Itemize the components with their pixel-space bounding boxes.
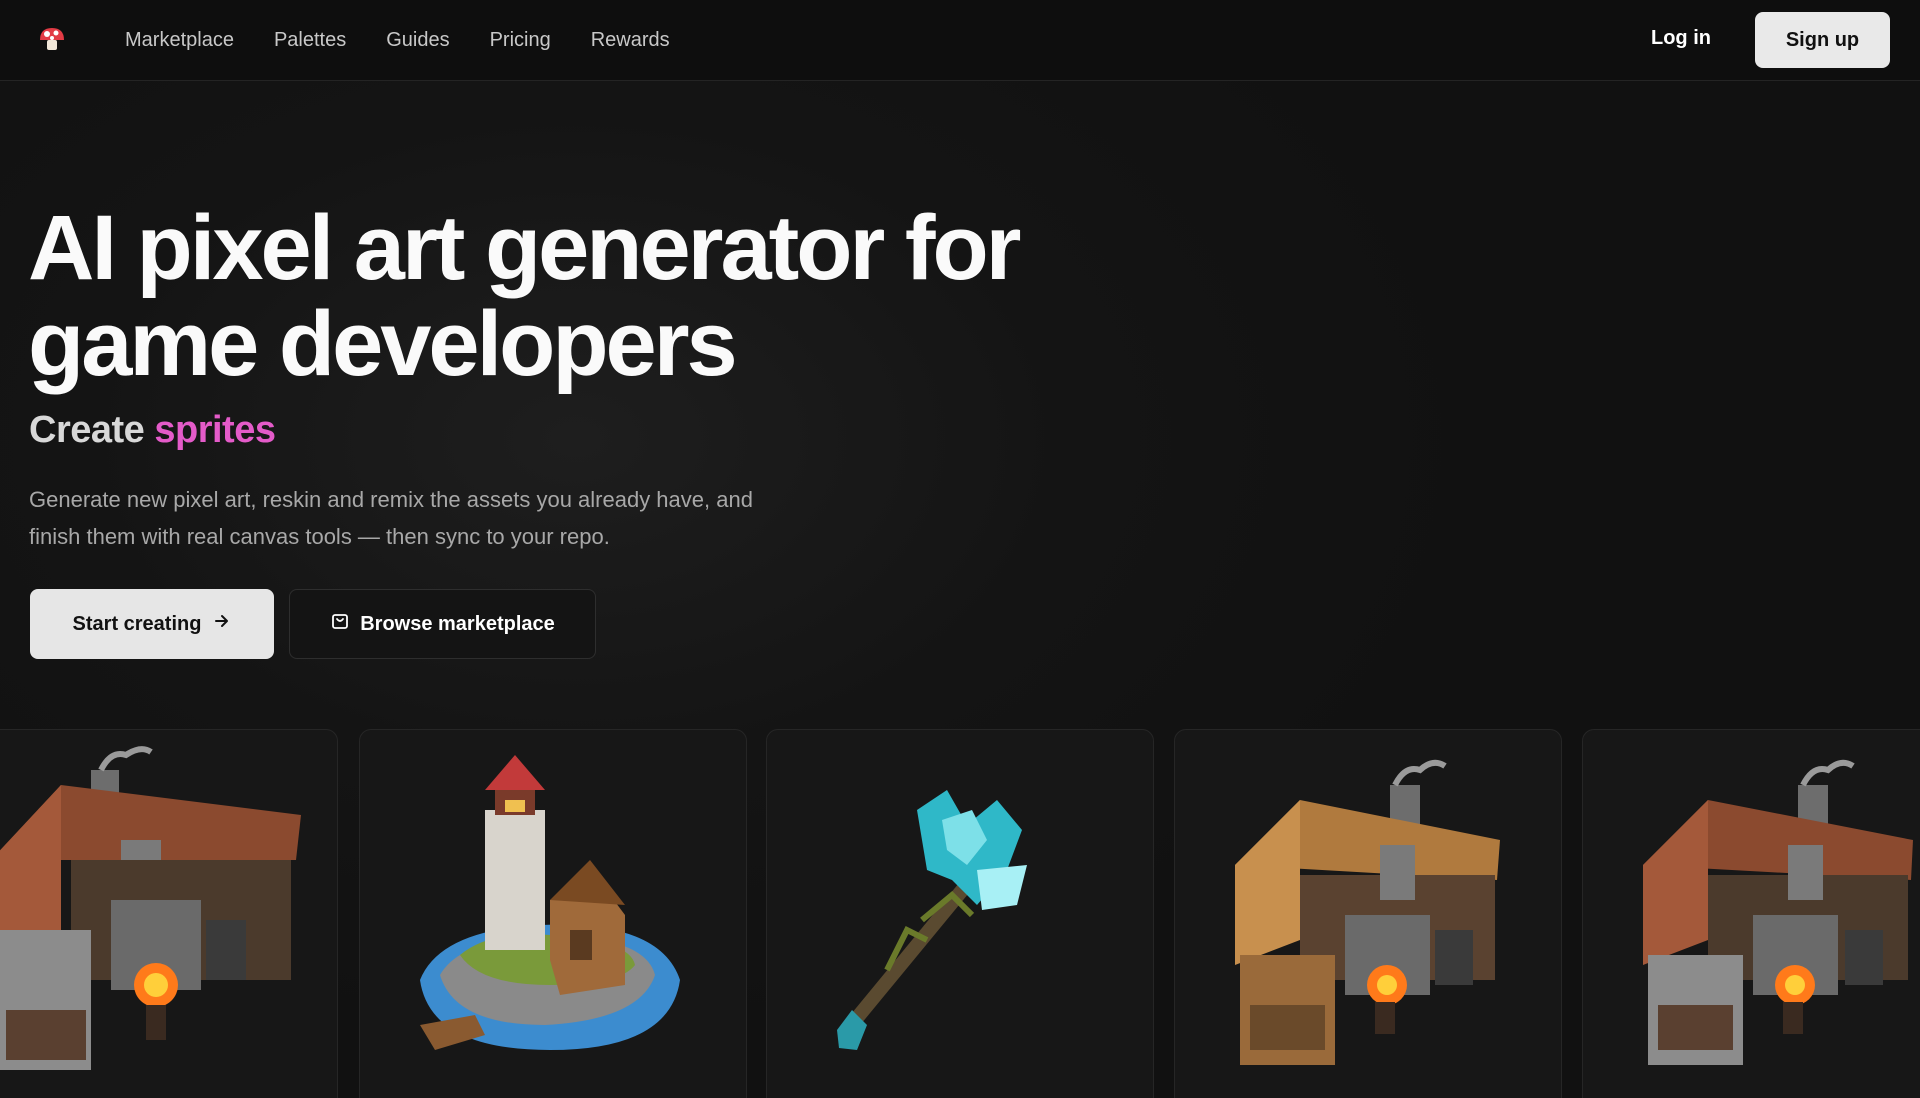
login-link[interactable]: Log in	[1651, 27, 1711, 50]
lighthouse-island-image	[420, 755, 680, 1050]
gallery-card-lighthouse-island[interactable]	[359, 729, 747, 1098]
nav-link-marketplace[interactable]: Marketplace	[125, 29, 234, 52]
gallery-card-blacksmith-forge[interactable]	[0, 729, 338, 1098]
nav-link-rewards[interactable]: Rewards	[591, 29, 670, 52]
start-creating-label: Start creating	[72, 612, 202, 635]
crystal-staff-image	[837, 790, 1027, 1050]
nav-link-palettes[interactable]: Palettes	[274, 29, 346, 52]
hero-title: AI pixel art generator for game develope…	[28, 197, 1021, 395]
nav-links: Marketplace Palettes Guides Pricing Rewa…	[125, 0, 670, 81]
browse-marketplace-label: Browse marketplace	[360, 612, 555, 635]
shopping-bag-icon	[330, 611, 350, 637]
page: Marketplace Palettes Guides Pricing Rewa…	[0, 0, 1920, 1098]
blacksmith-forge-image-2	[1643, 759, 1913, 1065]
gallery-card-wooden-forge[interactable]	[1174, 729, 1562, 1098]
gallery-card-blacksmith-forge-2[interactable]	[1582, 729, 1920, 1098]
blacksmith-forge-image	[0, 746, 301, 1070]
nav-link-pricing[interactable]: Pricing	[490, 29, 551, 52]
browse-marketplace-button[interactable]: Browse marketplace	[289, 589, 596, 659]
top-nav: Marketplace Palettes Guides Pricing Rewa…	[0, 0, 1920, 81]
hero-subtitle-accent: sprites	[154, 409, 276, 451]
wooden-forge-image	[1235, 759, 1500, 1065]
start-creating-button[interactable]: Start creating	[30, 589, 274, 659]
hero-description: Generate new pixel art, reskin and remix…	[29, 487, 753, 549]
hero-subtitle: Create sprites	[29, 409, 276, 452]
arrow-right-icon	[213, 612, 231, 636]
gallery-card-crystal-staff[interactable]	[766, 729, 1154, 1098]
mushroom-logo-icon[interactable]	[36, 24, 68, 56]
hero-subtitle-prefix: Create	[29, 409, 145, 451]
nav-link-guides[interactable]: Guides	[386, 29, 449, 52]
signup-button[interactable]: Sign up	[1755, 12, 1890, 68]
